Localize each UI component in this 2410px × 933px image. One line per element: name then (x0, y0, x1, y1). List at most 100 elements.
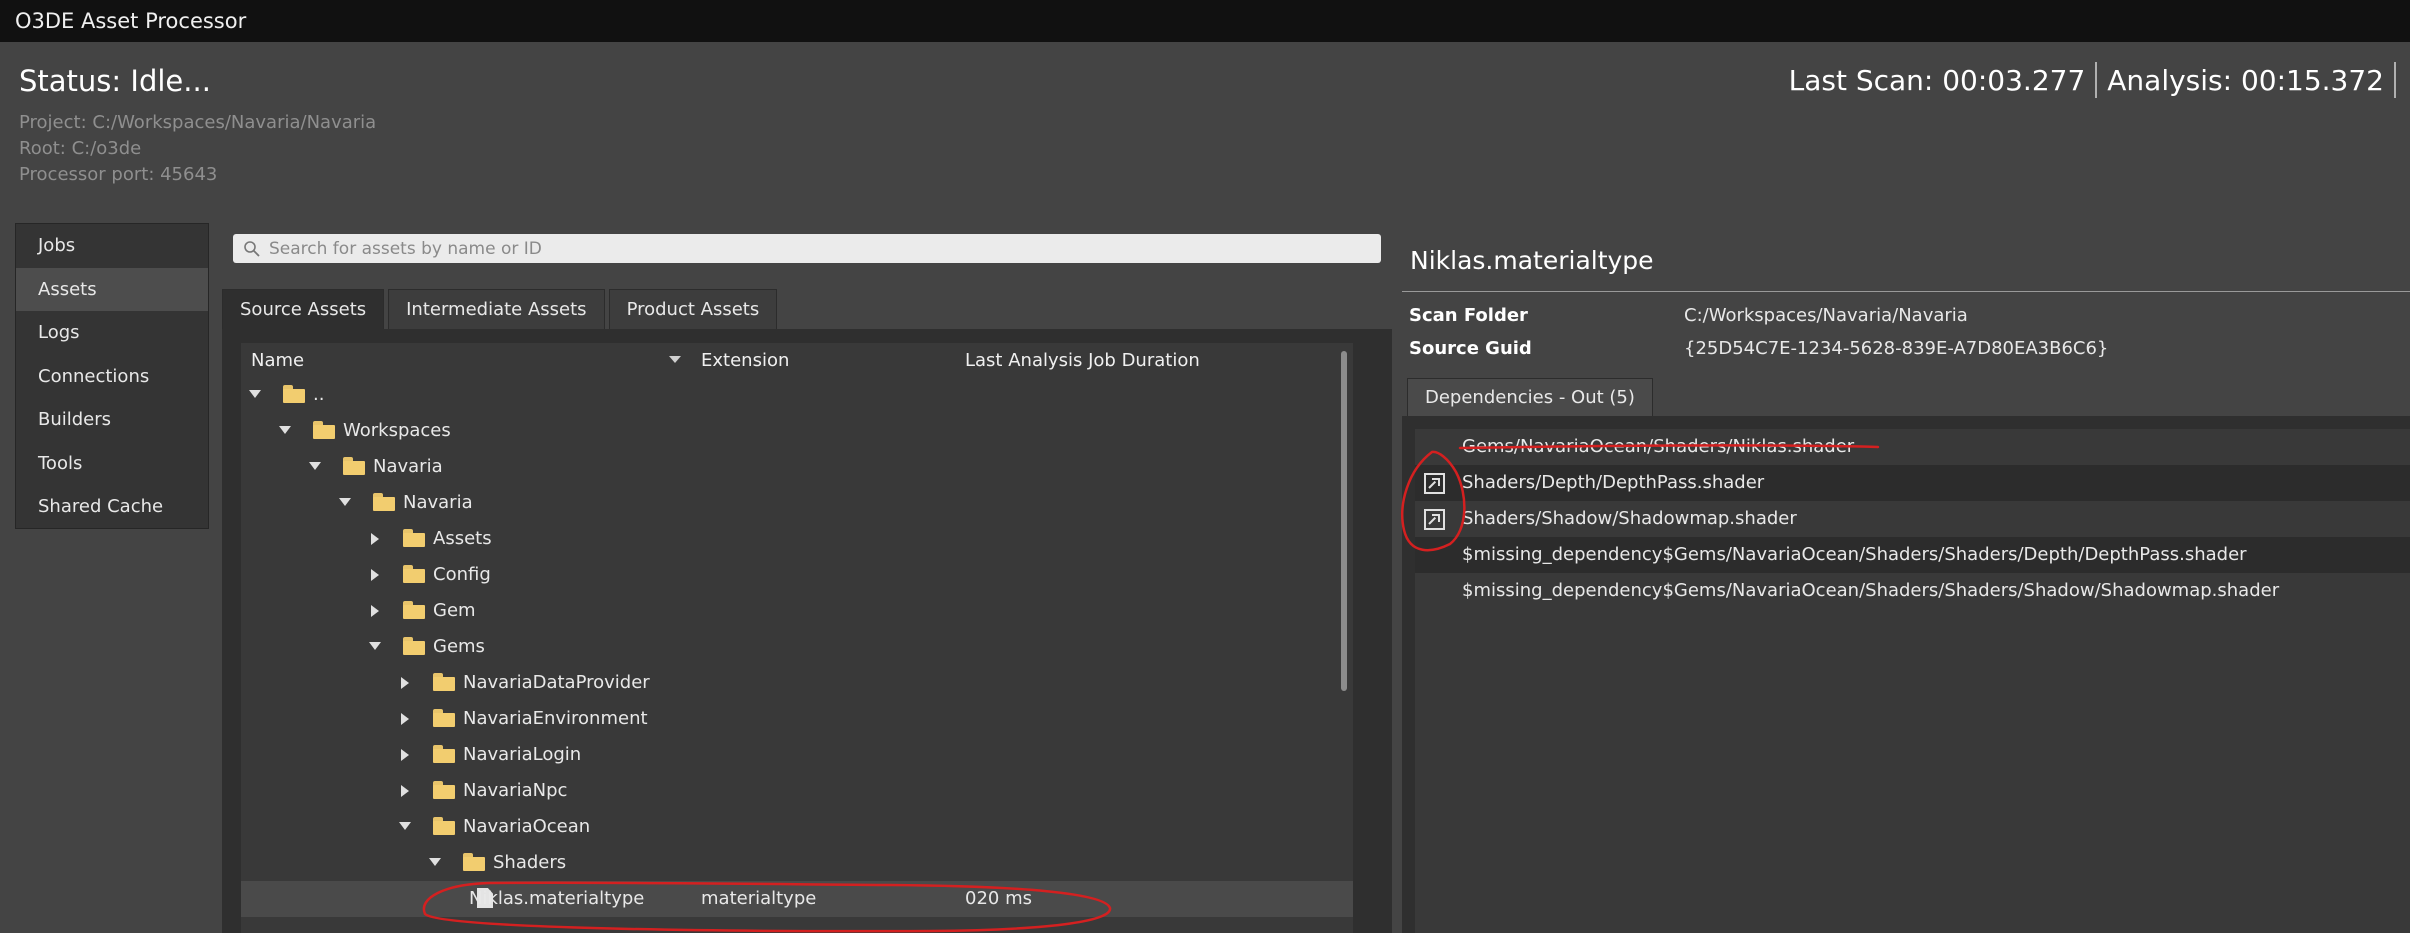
tree-row-folder[interactable]: Assets (241, 521, 1353, 557)
tree-row-folder[interactable]: Config (241, 557, 1353, 593)
expand-arrow-down-icon[interactable] (369, 642, 381, 650)
folder-icon (433, 817, 455, 835)
tree-row-label: Gem (433, 600, 476, 621)
tree-row-label: NavariaDataProvider (463, 672, 650, 693)
sidebar-nav: Jobs Assets Logs Connections Builders To… (15, 223, 209, 529)
tree-row-folder[interactable]: Shaders (241, 845, 1353, 881)
expand-arrow-right-icon[interactable] (371, 533, 379, 545)
dependency-path: Shaders/Shadow/Shadowmap.shader (1462, 508, 1797, 529)
nav-item-connections[interactable]: Connections (16, 355, 208, 399)
goto-asset-icon[interactable] (1424, 473, 1445, 494)
tree-row-folder[interactable]: Workspaces (241, 413, 1353, 449)
search-input[interactable] (269, 238, 1369, 259)
tree-row-label: Workspaces (343, 420, 451, 441)
expand-arrow-right-icon[interactable] (401, 785, 409, 797)
tree-row-folder[interactable]: Navaria (241, 449, 1353, 485)
folder-icon (403, 565, 425, 583)
tab-intermediate-assets[interactable]: Intermediate Assets (388, 289, 605, 329)
expand-arrow-down-icon[interactable] (309, 462, 321, 470)
goto-asset-icon[interactable] (1424, 509, 1445, 530)
dependency-row[interactable]: Shaders/Shadow/Shadowmap.shader (1415, 501, 2410, 537)
dependency-path: Shaders/Depth/DepthPass.shader (1462, 472, 1765, 493)
tree-row-label: NavariaNpc (463, 780, 568, 801)
analysis-time: Analysis: 00:15.372 (2107, 63, 2384, 97)
column-header-name[interactable]: Name (251, 350, 304, 371)
source-guid-value: {25D54C7E-1234-5628-839E-A7D80EA3B6C6} (1684, 338, 2109, 359)
nav-item-jobs[interactable]: Jobs (16, 224, 208, 268)
expand-arrow-down-icon[interactable] (279, 426, 291, 434)
tree-row-folder[interactable]: Navaria (241, 485, 1353, 521)
asset-tree: Name Extension Last Analysis Job Duratio… (241, 343, 1353, 933)
expand-arrow-down-icon[interactable] (249, 390, 261, 398)
tab-dependencies-out[interactable]: Dependencies - Out (5) (1407, 378, 1653, 416)
last-scan-time: Last Scan: 00:03.277 (1788, 63, 2086, 97)
tree-row-folder[interactable]: NavariaEnvironment (241, 701, 1353, 737)
tree-row-extension: materialtype (701, 888, 817, 909)
tree-row-label: Navaria (403, 492, 473, 513)
tree-row-folder[interactable]: Gems (241, 629, 1353, 665)
dependencies-list: Gems/NavariaOcean/Shaders/Niklas.shader S… (1415, 429, 2410, 933)
nav-item-assets[interactable]: Assets (16, 267, 208, 311)
timing-separator-end (2394, 62, 2396, 98)
timing-separator (2095, 62, 2098, 98)
tree-row-label: Gems (433, 636, 485, 657)
dependency-path: Gems/NavariaOcean/Shaders/Niklas.shader (1462, 436, 1855, 457)
tab-product-assets[interactable]: Product Assets (608, 289, 778, 329)
folder-icon (403, 529, 425, 547)
root-path: Root: C:/o3de (19, 138, 142, 159)
source-assets-panel: Name Extension Last Analysis Job Duratio… (222, 329, 1392, 933)
dependency-path: $missing_dependency$Gems/NavariaOcean/Sh… (1462, 580, 2280, 601)
scan-folder-value: C:/Workspaces/Navaria/Navaria (1684, 305, 1968, 326)
expand-arrow-right-icon[interactable] (371, 569, 379, 581)
tree-row-file[interactable]: Niklas.materialtype materialtype 020 ms (241, 881, 1353, 917)
tree-row-folder[interactable]: .. (241, 377, 1353, 413)
asset-search-box[interactable] (233, 234, 1381, 263)
folder-icon (433, 709, 455, 727)
sort-descending-icon[interactable] (669, 356, 681, 363)
dependency-row[interactable]: Shaders/Depth/DepthPass.shader (1415, 465, 2410, 501)
folder-icon (433, 745, 455, 763)
tree-row-label: Config (433, 564, 491, 585)
expand-arrow-right-icon[interactable] (401, 713, 409, 725)
folder-icon (403, 601, 425, 619)
expand-arrow-down-icon[interactable] (339, 498, 351, 506)
window-title-bar: O3DE Asset Processor (0, 0, 2410, 42)
tree-row-folder[interactable]: NavariaLogin (241, 737, 1353, 773)
status-text: Status: Idle... (19, 64, 211, 98)
scan-folder-row: Scan Folder C:/Workspaces/Navaria/Navari… (1402, 299, 2410, 332)
expand-arrow-down-icon[interactable] (399, 822, 411, 830)
search-icon (244, 240, 260, 257)
column-header-extension[interactable]: Extension (701, 350, 789, 371)
asset-details-title: Niklas.materialtype (1410, 246, 1654, 275)
tree-scrollbar[interactable] (1341, 351, 1347, 691)
tree-row-label: NavariaEnvironment (463, 708, 648, 729)
dependency-row[interactable]: Gems/NavariaOcean/Shaders/Niklas.shader (1415, 429, 2410, 465)
dependencies-panel: Gems/NavariaOcean/Shaders/Niklas.shader S… (1402, 416, 2410, 933)
column-header-duration[interactable]: Last Analysis Job Duration (965, 350, 1200, 371)
folder-icon (463, 853, 485, 871)
nav-item-shared-cache[interactable]: Shared Cache (16, 485, 208, 529)
source-guid-row: Source Guid {25D54C7E-1234-5628-839E-A7D… (1402, 332, 2410, 365)
tree-row-label: Shaders (493, 852, 567, 873)
tree-row-folder[interactable]: Gem (241, 593, 1353, 629)
expand-arrow-right-icon[interactable] (401, 749, 409, 761)
tree-row-label: Navaria (373, 456, 443, 477)
project-path: Project: C:/Workspaces/Navaria/Navaria (19, 112, 377, 133)
nav-item-logs[interactable]: Logs (16, 311, 208, 355)
folder-icon (373, 493, 395, 511)
tree-row-folder[interactable]: NavariaDataProvider (241, 665, 1353, 701)
nav-item-builders[interactable]: Builders (16, 398, 208, 442)
folder-icon (343, 457, 365, 475)
tree-row-folder[interactable]: NavariaNpc (241, 773, 1353, 809)
dependency-row[interactable]: $missing_dependency$Gems/NavariaOcean/Sh… (1415, 537, 2410, 573)
tree-row-label: NavariaOcean (463, 816, 591, 837)
tree-row-label: .. (313, 384, 325, 405)
folder-icon (433, 781, 455, 799)
expand-arrow-right-icon[interactable] (401, 677, 409, 689)
expand-arrow-right-icon[interactable] (371, 605, 379, 617)
tab-source-assets[interactable]: Source Assets (222, 289, 385, 329)
dependency-row[interactable]: $missing_dependency$Gems/NavariaOcean/Sh… (1415, 573, 2410, 609)
expand-arrow-down-icon[interactable] (429, 858, 441, 866)
tree-row-folder[interactable]: NavariaOcean (241, 809, 1353, 845)
nav-item-tools[interactable]: Tools (16, 442, 208, 486)
